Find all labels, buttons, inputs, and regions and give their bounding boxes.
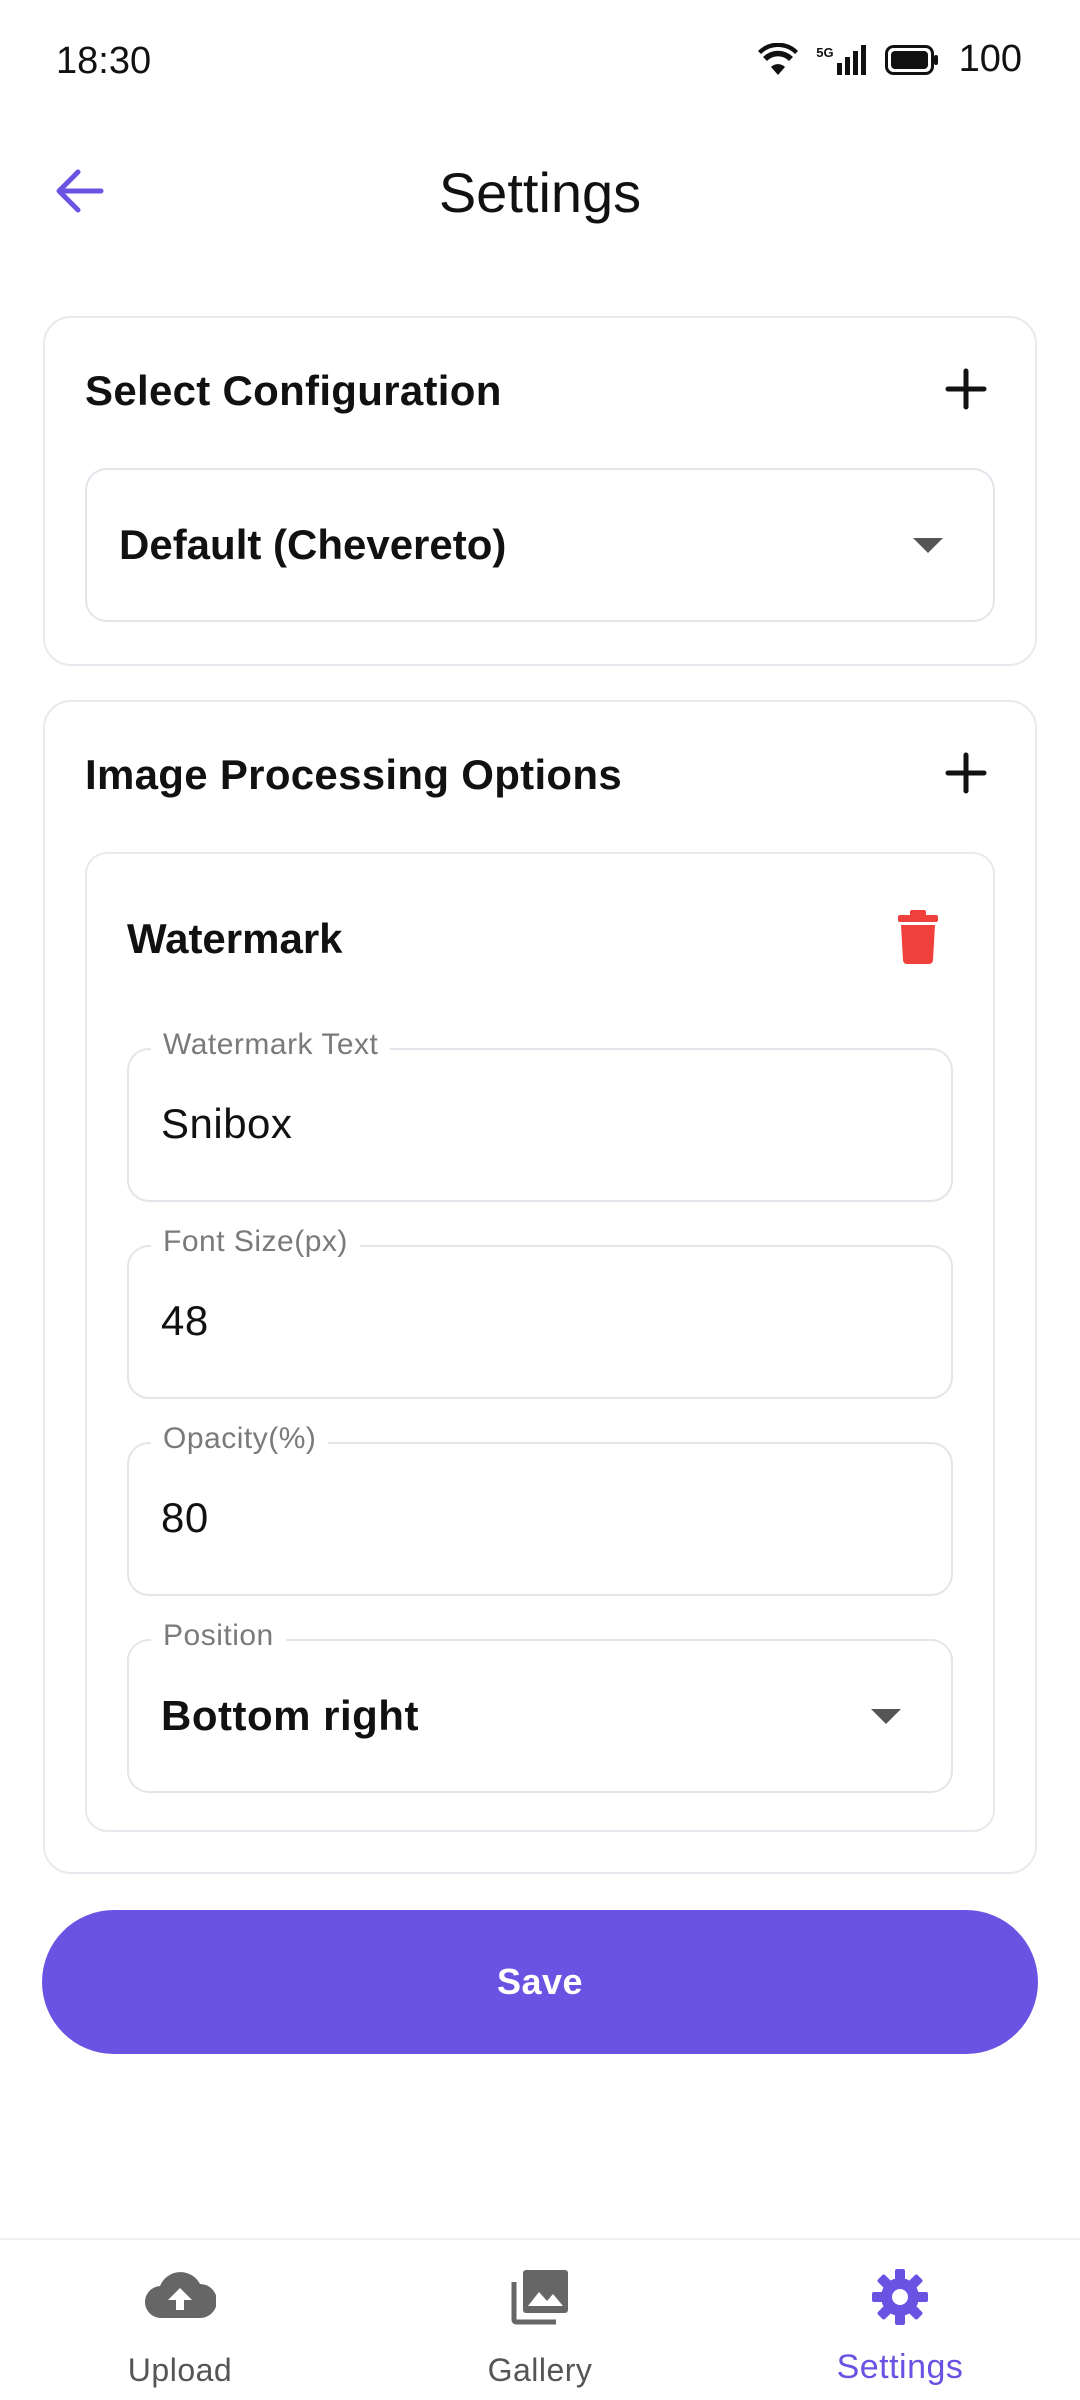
nav-item-gallery[interactable]: Gallery [360, 2240, 720, 2400]
delete-watermark-button[interactable] [883, 904, 953, 974]
watermark-text-value: Snibox [161, 1100, 293, 1147]
settings-screen: 18:30 5G 100 Settings Select Configurati… [0, 0, 1080, 2400]
watermark-text-label: Watermark Text [151, 1028, 391, 1062]
image-processing-title: Image Processing Options [85, 751, 622, 798]
battery-icon [884, 44, 939, 75]
opacity-label: Opacity(%) [151, 1422, 329, 1456]
font-size-label: Font Size(px) [151, 1225, 360, 1259]
save-button[interactable]: Save [42, 1910, 1038, 2054]
configuration-dropdown[interactable]: Default (Chevereto) [85, 468, 995, 622]
cellular-signal-icon: 5G [816, 44, 866, 75]
status-icons: 5G 100 [758, 38, 1022, 81]
page-title: Settings [438, 161, 642, 224]
configuration-card: Select Configuration Default (Chevereto) [43, 316, 1037, 666]
position-value: Bottom right [161, 1692, 419, 1739]
configuration-title: Select Configuration [85, 367, 502, 414]
nav-item-settings[interactable]: Settings [720, 2240, 1080, 2400]
network-type: 5G [816, 44, 834, 60]
plus-icon [944, 367, 988, 416]
configuration-selected: Default (Chevereto) [119, 521, 507, 568]
nav-label-gallery: Gallery [487, 2352, 593, 2388]
app-bar: Settings [0, 130, 1080, 260]
position-dropdown[interactable]: Position Bottom right [127, 1619, 953, 1793]
watermark-text-field[interactable]: Watermark Text Snibox [127, 1028, 953, 1202]
gear-icon [720, 2268, 1080, 2326]
cloud-upload-icon [0, 2268, 360, 2320]
bottom-navigation: Upload Gallery Settings [0, 2238, 1080, 2400]
battery-level: 100 [958, 38, 1022, 80]
status-bar: 18:30 5G 100 [0, 0, 1080, 120]
add-configuration-button[interactable] [931, 356, 1001, 426]
position-label: Position [151, 1619, 286, 1653]
configuration-card-header: Select Configuration [85, 356, 995, 426]
dropdown-arrow-icon [913, 537, 943, 553]
image-processing-card: Image Processing Options Watermark Water… [43, 700, 1037, 1874]
font-size-value: 48 [161, 1297, 209, 1344]
add-processing-option-button[interactable] [931, 740, 1001, 810]
dropdown-arrow-icon [871, 1708, 901, 1724]
status-time: 18:30 [56, 40, 152, 82]
watermark-header: Watermark [127, 904, 953, 974]
watermark-title: Watermark [127, 915, 343, 962]
plus-icon [944, 751, 988, 800]
nav-label-settings: Settings [836, 2348, 964, 2386]
trash-icon [898, 909, 938, 969]
nav-label-upload: Upload [127, 2352, 233, 2388]
gallery-icon [360, 2268, 720, 2326]
font-size-field[interactable]: Font Size(px) 48 [127, 1225, 953, 1399]
watermark-card: Watermark Watermark Text Snibox Font Siz… [85, 852, 995, 1832]
opacity-value: 80 [161, 1494, 209, 1541]
opacity-field[interactable]: Opacity(%) 80 [127, 1422, 953, 1596]
image-processing-header: Image Processing Options [85, 740, 995, 810]
wifi-icon [758, 42, 799, 77]
nav-item-upload[interactable]: Upload [0, 2240, 360, 2400]
